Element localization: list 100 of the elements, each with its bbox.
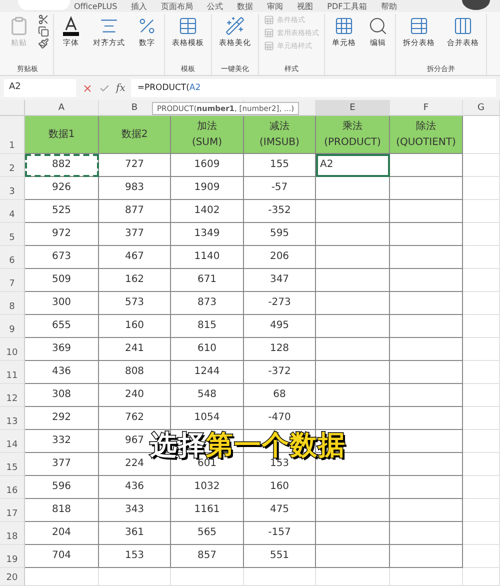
copied-cell: 882 <box>25 154 99 177</box>
table-cell: 610 <box>171 338 244 361</box>
sheet-icon <box>264 41 274 51</box>
table-cell: 1609 <box>171 154 244 177</box>
table-cell: 377 <box>25 453 99 476</box>
table-cell: 153 <box>99 545 171 568</box>
row-number: 11 <box>0 361 25 384</box>
table-cell: -372 <box>244 361 316 384</box>
copy-icon[interactable] <box>38 26 49 37</box>
table-cell: 983 <box>99 177 171 200</box>
table-cell: 1909 <box>171 177 244 200</box>
name-box[interactable]: A2 <box>4 79 76 97</box>
table-cell: 241 <box>99 338 171 361</box>
row-number: 20 <box>0 568 25 586</box>
table-cell: 926 <box>25 177 99 200</box>
table-cell: 551 <box>244 545 316 568</box>
table-cell: 1140 <box>171 246 244 269</box>
table-cell: 436 <box>99 476 171 499</box>
row-number: 17 <box>0 499 25 522</box>
header-cell: 除法 (QUOTIENT) <box>390 116 463 154</box>
table-cell: 475 <box>244 499 316 522</box>
row-number: 5 <box>0 223 25 246</box>
grid-icon <box>334 16 354 36</box>
cancel-icon[interactable] <box>82 82 93 94</box>
row-number: 13 <box>0 407 25 430</box>
row-number: 6 <box>0 246 25 269</box>
ribbon-tab[interactable]: 帮助 <box>380 2 397 12</box>
column-header[interactable]: F <box>390 100 463 116</box>
row-number: 16 <box>0 476 25 499</box>
paintbrush-icon[interactable] <box>38 38 49 49</box>
header-cell: 乘法 (PRODUCT) <box>316 116 390 154</box>
table-cell: -57 <box>244 177 316 200</box>
table-cell: 436 <box>25 361 99 384</box>
ribbon-tab[interactable]: PDF工具箱 <box>327 2 367 12</box>
ribbon-tab[interactable]: 视图 <box>297 2 314 12</box>
table-cell: 1054 <box>171 407 244 430</box>
table-cell: 673 <box>25 246 99 269</box>
column-header[interactable]: G <box>463 100 500 116</box>
sheet-icon <box>264 28 274 38</box>
table-icon <box>178 16 198 36</box>
formula-field[interactable]: =PRODUCT(A2 <box>131 79 496 97</box>
table-cell: 1402 <box>171 200 244 223</box>
table-cell: 204 <box>25 522 99 545</box>
table-cell: 68 <box>244 384 316 407</box>
row-number: 9 <box>0 315 25 338</box>
scissors-icon[interactable] <box>38 14 49 25</box>
table-cell: 704 <box>25 545 99 568</box>
ribbon-tab[interactable]: OfficePLUS <box>74 2 118 12</box>
table-cell: 815 <box>171 315 244 338</box>
table-cell: 300 <box>25 292 99 315</box>
table-cell: 525 <box>25 200 99 223</box>
table-cell: 292 <box>25 407 99 430</box>
column-header[interactable]: A <box>25 100 99 116</box>
row-number: 12 <box>0 384 25 407</box>
table-cell: 808 <box>99 361 171 384</box>
table-cell: 573 <box>99 292 171 315</box>
row-number: 7 <box>0 269 25 292</box>
sheet-icon <box>264 15 274 25</box>
table-icon <box>409 16 429 36</box>
wand-icon <box>225 16 245 36</box>
row-number: 3 <box>0 177 25 200</box>
table-cell: 160 <box>99 315 171 338</box>
table-cell: -470 <box>244 407 316 430</box>
function-icon[interactable]: fx <box>116 82 126 94</box>
table-cell: 343 <box>99 499 171 522</box>
header-cell: 加法 (SUM) <box>171 116 244 154</box>
table-cell: 548 <box>171 384 244 407</box>
table-cell: 509 <box>25 269 99 292</box>
ribbon-tab[interactable]: 数据 <box>237 2 254 12</box>
ribbon-tab[interactable]: 页面布局 <box>161 2 194 12</box>
header-cell: 减法 (IMSUB) <box>244 116 316 154</box>
font-color-icon <box>61 16 81 36</box>
header-cell: 数据2 <box>99 116 171 154</box>
table-cell: 655 <box>25 315 99 338</box>
table-cell: 873 <box>171 292 244 315</box>
table-cell: 160 <box>244 476 316 499</box>
columns-icon <box>453 16 473 36</box>
column-header[interactable]: E <box>316 100 390 116</box>
table-cell: 240 <box>99 384 171 407</box>
row-number: 2 <box>0 154 25 177</box>
row-number: 1 <box>0 116 25 154</box>
table-cell: 762 <box>99 407 171 430</box>
ribbon-tab[interactable]: 插入 <box>131 2 148 12</box>
table-cell: 308 <box>25 384 99 407</box>
table-cell: 818 <box>25 499 99 522</box>
table-cell: 495 <box>244 315 316 338</box>
table-cell: 565 <box>171 522 244 545</box>
search-icon <box>368 16 388 36</box>
ribbon-tab[interactable]: 审阅 <box>267 2 284 12</box>
ribbon-tab[interactable]: 公式 <box>207 2 224 12</box>
active-cell: A2 <box>316 154 390 177</box>
check-icon[interactable] <box>99 82 110 94</box>
table-cell: 857 <box>171 545 244 568</box>
table-cell: 347 <box>244 269 316 292</box>
table-cell: 332 <box>25 430 99 453</box>
table-cell: 206 <box>244 246 316 269</box>
table-cell: 377 <box>99 223 171 246</box>
table-cell: 128 <box>244 338 316 361</box>
percent-icon <box>137 16 157 36</box>
table-cell: 972 <box>25 223 99 246</box>
